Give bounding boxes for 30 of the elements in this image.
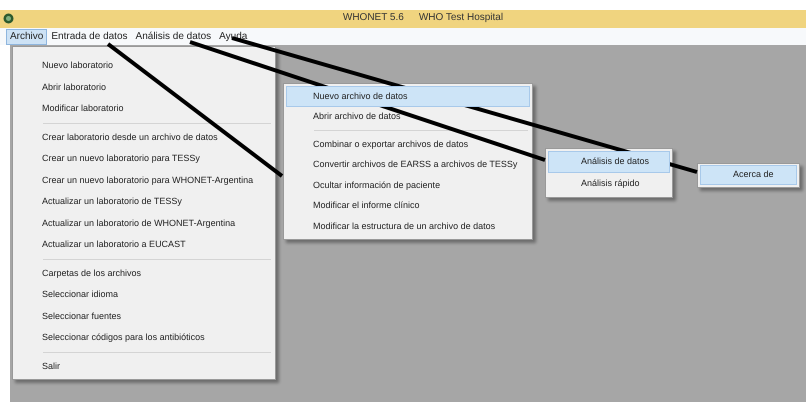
menu-item[interactable]: Crear laboratorio desde un archivo de datos (15, 126, 273, 148)
menu-item[interactable]: Modificar el informe clínico (286, 196, 530, 216)
menu-item[interactable]: Convertir archivos de EARSS a archivos de TESSy (286, 154, 530, 175)
menu-title[interactable]: Entrada de datos (47, 28, 132, 44)
menu-item[interactable]: Abrir archivo de datos (286, 106, 530, 127)
menu-item[interactable]: Carpetas de los archivos (15, 262, 273, 284)
app-icon (3, 13, 14, 24)
menu-item[interactable]: Modificar laboratorio (15, 98, 273, 120)
menu-item[interactable]: Acerca de (700, 165, 797, 185)
menu-item[interactable]: Abrir laboratorio (15, 76, 273, 98)
menu-item[interactable]: Combinar o exportar archivos de datos (286, 134, 530, 154)
window-title: WHONET 5.6 (342, 11, 404, 25)
menu-item[interactable]: Actualizar un laboratorio de WHONET-Argentina (15, 212, 273, 234)
menu-item[interactable]: Salir (15, 356, 273, 377)
menu-item[interactable]: Nuevo laboratorio (15, 55, 273, 76)
menu-item[interactable]: Actualizar un laboratorio de TESSy (15, 191, 273, 212)
menu-item[interactable]: Ocultar información de paciente (286, 175, 530, 196)
menu-item[interactable]: Actualizar un laboratorio a EUCAST (15, 234, 273, 256)
hospital-name: WHO Test Hospital (418, 11, 504, 25)
menu-item[interactable]: Análisis de datos (548, 151, 670, 173)
menu-item[interactable]: Seleccionar idioma (15, 284, 273, 306)
menu-item[interactable]: Modificar la estructura de un archivo de datos (286, 216, 530, 236)
menu-item[interactable]: Nuevo archivo de datos (286, 86, 530, 106)
menu-item[interactable]: Análisis rápido (548, 173, 670, 195)
menu-item[interactable]: Crear un nuevo laboratorio para WHONET-Argentina (15, 170, 273, 191)
menu-item[interactable]: Crear un nuevo laboratorio para TESSy (15, 148, 273, 170)
menu-item[interactable]: Seleccionar fuentes (15, 306, 273, 327)
menu-title[interactable]: Análisis de datos (132, 28, 216, 44)
menu-item[interactable]: Seleccionar códigos para los antibióticos (15, 327, 273, 348)
menu-title[interactable]: Archivo (6, 28, 48, 44)
